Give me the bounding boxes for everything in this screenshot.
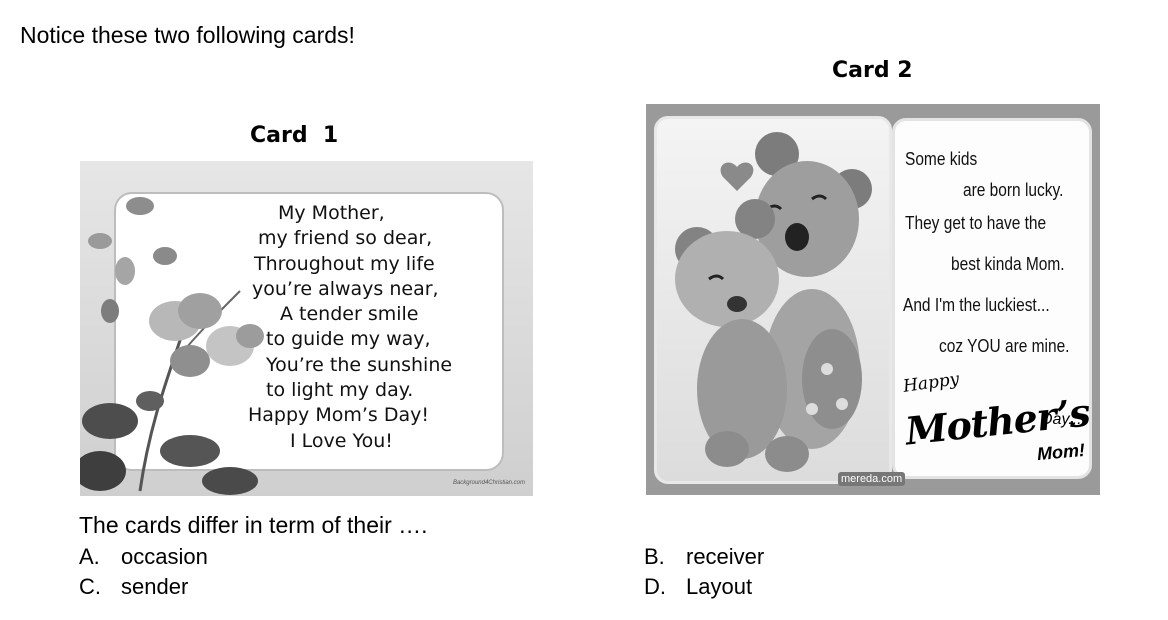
card2-line: They get to have the [905, 213, 1047, 233]
option-letter: D. [644, 574, 666, 599]
hugging-bears-illustration [675, 132, 872, 472]
option-b[interactable]: B. receiver [644, 544, 764, 570]
card2-mom: Mom! [1036, 439, 1086, 465]
card1-credit: Background4Christian.com [452, 480, 525, 486]
poem-line: You’re the sunshine [266, 353, 453, 376]
card2-line: Some kids [905, 149, 978, 169]
option-text: occasion [121, 544, 208, 569]
poem-line: Throughout my life [254, 252, 435, 275]
option-c[interactable]: C. sender [79, 574, 188, 600]
card2-right-panel: Some kids are born lucky. They get to ha… [892, 118, 1092, 479]
poem-line: I Love You! [290, 429, 393, 452]
poem-line: My Mother, [278, 202, 385, 224]
card2-day: Day... [1041, 411, 1082, 428]
option-text: sender [121, 574, 189, 599]
card2-line: best kinda Mom. [951, 254, 1065, 274]
instruction-text: Notice these two following cards! [20, 22, 355, 48]
option-text: receiver [686, 544, 765, 569]
poem-line: my friend so dear, [258, 227, 433, 250]
option-text: Layout [686, 574, 753, 599]
poem-line: to guide my way, [266, 328, 431, 351]
option-letter: B. [644, 544, 665, 569]
poem-line: you’re always near, [252, 277, 439, 300]
option-d[interactable]: D. Layout [644, 574, 752, 600]
option-letter: C. [79, 574, 101, 599]
card2-line: are born lucky. [963, 180, 1064, 200]
card2-image: Some kids are born lucky. They get to ha… [646, 104, 1100, 495]
card2-left-panel [654, 116, 892, 484]
poem-line: to light my day. [266, 379, 414, 402]
card1-title: Card 1 [250, 123, 339, 148]
card2-credit: mereda.com [838, 472, 906, 486]
card1-poem: My Mother, my friend so dear, Throughout… [230, 201, 480, 454]
card2-title: Card 2 [832, 58, 913, 83]
poem-line: Happy Mom’s Day! [248, 404, 429, 427]
question-stem: The cards differ in term of their …. [79, 512, 428, 538]
option-a[interactable]: A. occasion [79, 544, 208, 570]
card2-line: coz YOU are mine. [939, 336, 1070, 356]
card2-line: And I'm the luckiest... [903, 295, 1050, 315]
option-letter: A. [79, 544, 100, 569]
card1-image: My Mother, my friend so dear, Throughout… [80, 161, 533, 496]
card2-happy: Happy [901, 369, 961, 397]
poem-line: A tender smile [280, 303, 419, 326]
